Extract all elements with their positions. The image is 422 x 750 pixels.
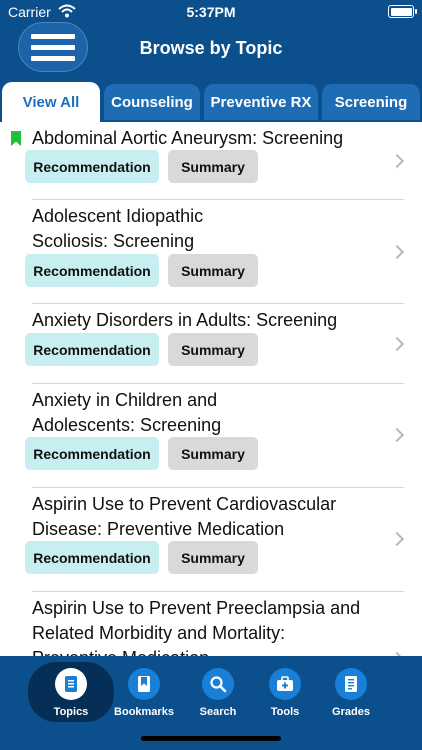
search-icon: [202, 668, 234, 700]
summary-button[interactable]: Summary: [168, 541, 258, 574]
chevron-right-icon: [389, 244, 405, 260]
list-item[interactable]: Anxiety in Children and Adolescents: Scr…: [0, 384, 422, 488]
list-item[interactable]: Anxiety Disorders in Adults: Screening R…: [0, 304, 422, 384]
bookmark-icon: [128, 668, 160, 700]
tab-view-all[interactable]: View All: [2, 82, 100, 122]
document-icon: [55, 668, 87, 700]
summary-button[interactable]: Summary: [168, 333, 258, 366]
app-header: Carrier 5:37PM Browse by Topic View All …: [0, 0, 422, 122]
page-title: Browse by Topic: [139, 38, 283, 58]
list-item[interactable]: Adolescent Idiopathic Scoliosis: Screeni…: [0, 200, 422, 304]
tab-bookmarks[interactable]: Bookmarks: [104, 664, 184, 718]
tab-preventive-rx[interactable]: Preventive RX: [204, 84, 318, 120]
medkit-icon: [269, 668, 301, 700]
home-indicator: [141, 736, 281, 741]
bookmark-flag-icon: [11, 131, 21, 146]
topic-title: Aspirin Use to Prevent Preeclampsia and …: [32, 598, 361, 656]
list-item[interactable]: Aspirin Use to Prevent Cardiovascular Di…: [0, 488, 422, 592]
topic-title: Anxiety in Children and Adolescents: Scr…: [32, 390, 222, 435]
battery-icon: [388, 5, 417, 18]
topic-tabs: View All Counseling Preventive RX Screen…: [0, 82, 422, 122]
chevron-right-icon: [389, 531, 405, 547]
list-item[interactable]: Aspirin Use to Prevent Preeclampsia and …: [0, 592, 422, 656]
tab-counseling[interactable]: Counseling: [104, 84, 200, 120]
chevron-right-icon: [389, 153, 405, 169]
summary-button[interactable]: Summary: [168, 150, 258, 183]
topic-title: Abdominal Aortic Aneurysm: Screening: [32, 128, 344, 148]
tab-topics[interactable]: Topics: [28, 662, 114, 722]
recommendation-button[interactable]: Recommendation: [25, 437, 159, 470]
topic-title: Anxiety Disorders in Adults: Screening: [32, 310, 338, 330]
list-item[interactable]: Abdominal Aortic Aneurysm: Screening Rec…: [0, 122, 422, 200]
tab-label: Grades: [332, 706, 370, 718]
tab-screening[interactable]: Screening: [322, 84, 420, 120]
recommendation-button[interactable]: Recommendation: [25, 333, 159, 366]
clock: 5:37PM: [186, 4, 236, 20]
grades-icon: [335, 668, 367, 700]
chevron-right-icon: [389, 427, 405, 443]
tab-label: Bookmarks: [114, 706, 174, 718]
topic-title: Aspirin Use to Prevent Cardiovascular Di…: [32, 494, 337, 539]
tab-label: Topics: [53, 706, 89, 718]
recommendation-button[interactable]: Recommendation: [25, 254, 159, 287]
summary-button[interactable]: Summary: [168, 254, 258, 287]
topic-title: Adolescent Idiopathic Scoliosis: Screeni…: [32, 206, 204, 251]
recommendation-button[interactable]: Recommendation: [25, 541, 159, 574]
tab-grades[interactable]: Grades: [311, 664, 391, 718]
status-bar: Carrier 5:37PM: [0, 0, 422, 24]
recommendation-button[interactable]: Recommendation: [25, 150, 159, 183]
chevron-right-icon: [389, 336, 405, 352]
summary-button[interactable]: Summary: [168, 437, 258, 470]
topic-list: Abdominal Aortic Aneurysm: Screening Rec…: [0, 122, 422, 656]
